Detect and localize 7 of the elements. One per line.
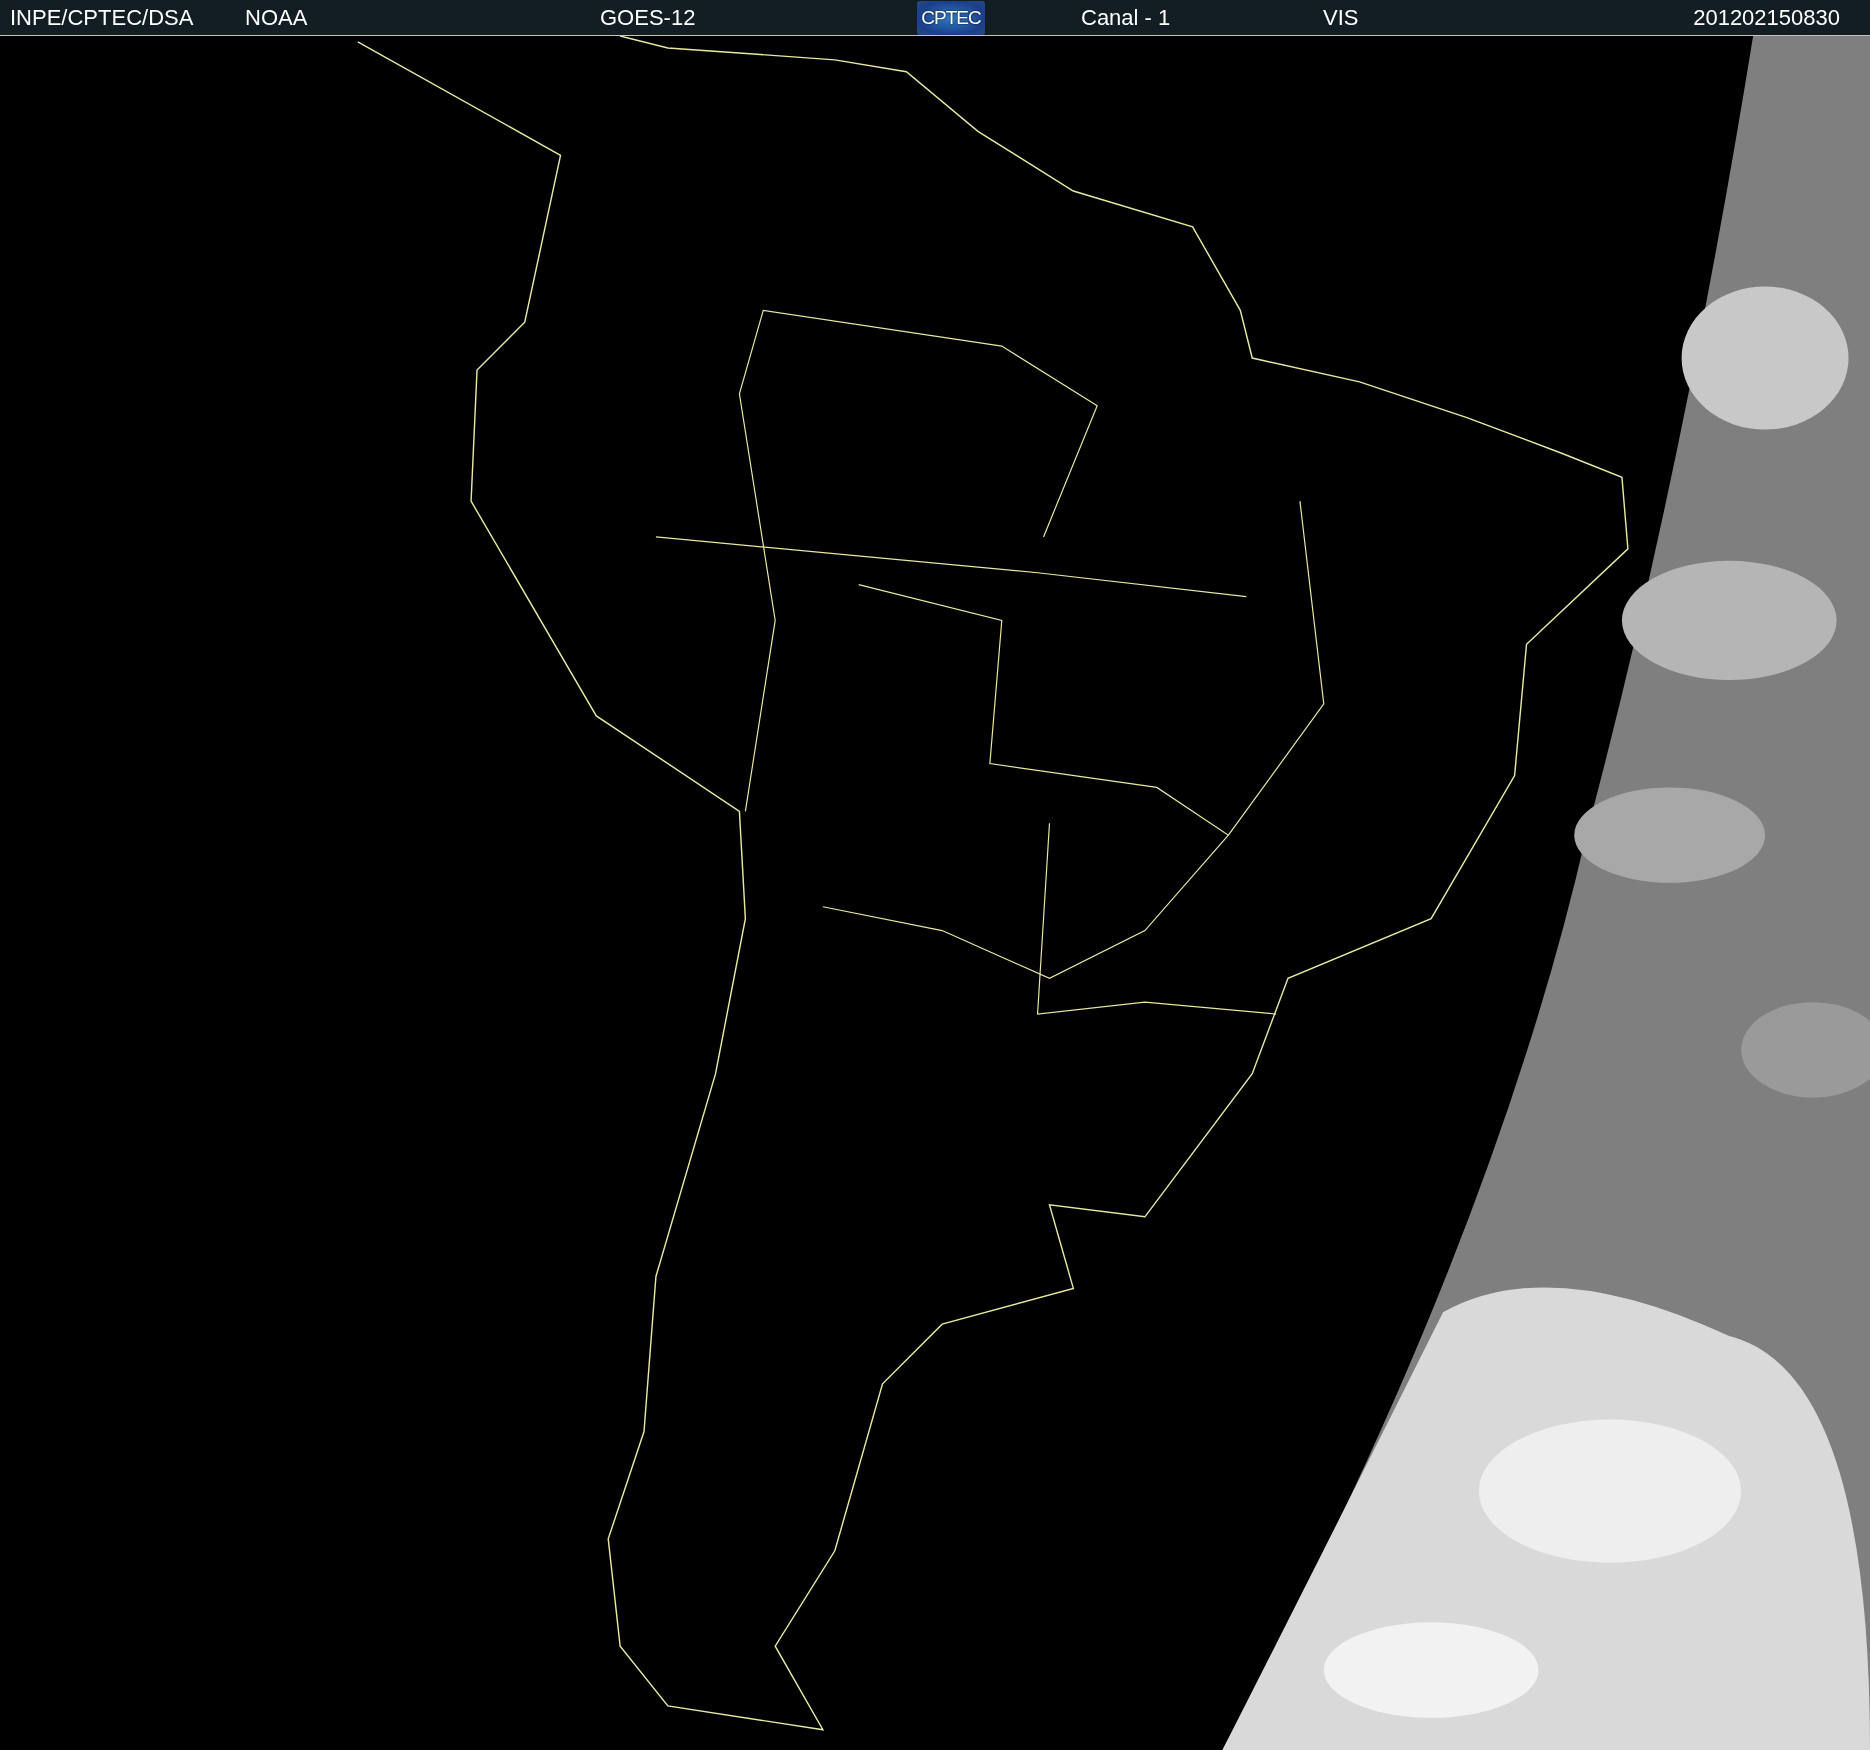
satellite-label: GOES-12	[600, 4, 697, 31]
band-label: VIS	[1323, 4, 1360, 31]
source-label: INPE/CPTEC/DSA	[10, 4, 195, 31]
logo: CPTEC	[917, 0, 985, 35]
channel-label: Canal - 1	[1081, 4, 1172, 31]
agency-label: NOAA	[245, 4, 309, 31]
timestamp-label: 201202150830	[1693, 4, 1840, 31]
